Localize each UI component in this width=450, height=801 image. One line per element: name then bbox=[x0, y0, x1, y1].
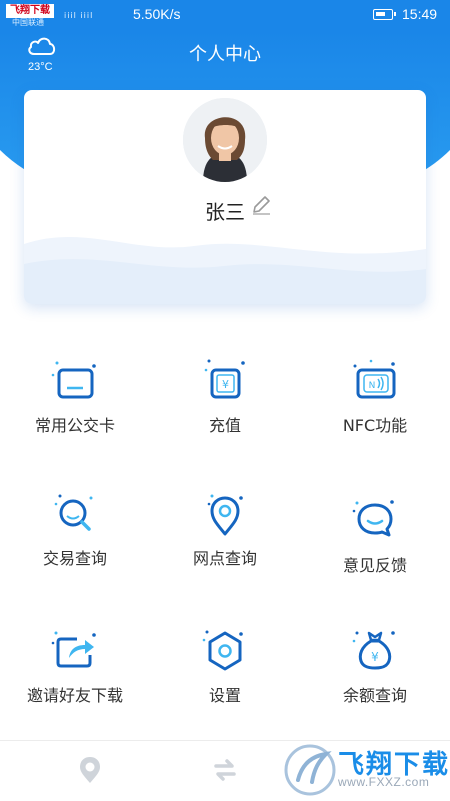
signal-icon: iiil iiil bbox=[64, 11, 94, 20]
svg-text:¥: ¥ bbox=[371, 650, 379, 664]
feedback-icon bbox=[352, 500, 394, 537]
menu-item-nfc[interactable]: N NFC功能 bbox=[300, 357, 450, 467]
menu-item-bus-card[interactable]: 常用公交卡 bbox=[0, 357, 150, 467]
swap-icon[interactable] bbox=[210, 755, 240, 785]
menu-label: 邀请好友下载 bbox=[26, 686, 123, 705]
watermark-badge: 飞翔下载 bbox=[6, 4, 54, 18]
menu-label: 充值 bbox=[208, 416, 241, 435]
menu-label: 意见反馈 bbox=[342, 556, 407, 575]
status-time: 15:49 bbox=[402, 6, 438, 22]
recharge-icon: ¥ bbox=[204, 359, 245, 399]
transaction-search-icon bbox=[54, 494, 93, 531]
page-title: 个人中心 bbox=[189, 44, 261, 65]
menu-item-transaction-search[interactable]: 交易查询 bbox=[0, 490, 150, 600]
battery-icon bbox=[373, 9, 396, 20]
card-wave-decoration bbox=[24, 236, 426, 304]
settings-icon bbox=[202, 630, 243, 671]
user-name: 张三 bbox=[205, 200, 245, 224]
location-icon bbox=[207, 494, 243, 536]
profile-card: 张三 bbox=[24, 90, 426, 304]
menu-item-feedback[interactable]: 意见反馈 bbox=[300, 497, 450, 607]
avatar-photo bbox=[183, 98, 267, 182]
menu-item-location[interactable]: 网点查询 bbox=[150, 490, 300, 600]
menu-label: 余额查询 bbox=[342, 686, 407, 705]
map-pin-icon[interactable] bbox=[75, 755, 105, 785]
menu-label: 常用公交卡 bbox=[34, 416, 115, 435]
share-icon bbox=[51, 631, 96, 668]
menu-label: 网点查询 bbox=[192, 549, 257, 568]
balance-bag-icon: ¥ bbox=[352, 631, 395, 670]
menu-item-recharge[interactable]: ¥ 充值 bbox=[150, 357, 300, 467]
svg-text:¥: ¥ bbox=[222, 378, 229, 391]
watermark-site: www.FXXZ.com bbox=[338, 775, 430, 789]
bus-card-icon bbox=[51, 361, 96, 399]
network-speed: 5.50K/s bbox=[133, 6, 181, 22]
nfc-icon: N bbox=[353, 359, 396, 399]
avatar[interactable] bbox=[183, 98, 267, 182]
menu-label: 设置 bbox=[208, 686, 241, 705]
menu-item-invite[interactable]: 邀请好友下载 bbox=[0, 627, 150, 737]
pencil-icon[interactable] bbox=[250, 194, 272, 216]
carrier-name: 中国联通 bbox=[12, 18, 44, 27]
menu-label: 交易查询 bbox=[42, 549, 107, 568]
menu-item-settings[interactable]: 设置 bbox=[150, 627, 300, 737]
status-bar: 飞翔下载 中国联通 iiil iiil 5.50K/s 15:49 bbox=[0, 0, 450, 30]
svg-text:N: N bbox=[369, 381, 376, 391]
menu-item-balance[interactable]: ¥ 余额查询 bbox=[300, 627, 450, 737]
menu-label: NFC功能 bbox=[342, 416, 408, 435]
